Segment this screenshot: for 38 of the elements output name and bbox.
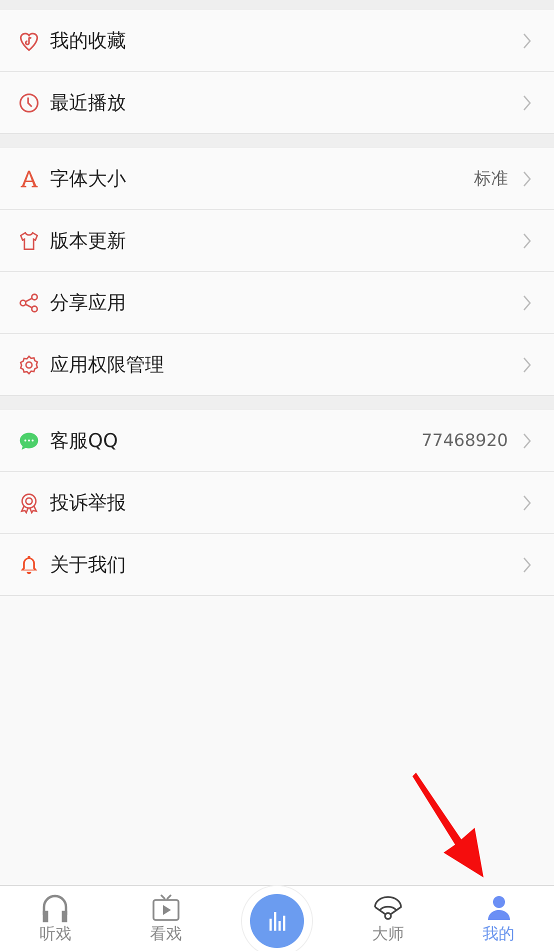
bell-icon [18,554,40,576]
menu-label: 版本更新 [50,228,127,254]
menu-item[interactable]: 版本更新 [0,210,554,272]
menu-label: 关于我们 [50,552,127,578]
badge-icon [18,492,40,514]
chevron-right-icon [522,94,532,112]
music-heart-icon [18,30,40,52]
menu-item[interactable]: 关于我们 [0,534,554,595]
chevron-right-icon [522,432,532,450]
menu-label: 应用权限管理 [50,352,165,378]
menu-item[interactable]: 最近播放 [0,72,554,133]
menu-item[interactable]: 应用权限管理 [0,334,554,395]
menu-item[interactable]: 客服QQ 77468920 [0,410,554,472]
menu-label: 客服QQ [50,428,119,454]
play-center-button[interactable] [250,894,304,948]
tv-icon [151,892,182,922]
menu-label: 分享应用 [50,290,127,316]
chevron-right-icon [522,232,532,250]
gear-icon [18,354,40,376]
shirt-icon [18,230,40,252]
menu-label: 最近播放 [50,90,127,116]
menu-label: 投诉举报 [50,490,127,516]
menu-item[interactable]: 字体大小 标准 [0,148,554,210]
menu-value: 标准 [474,168,508,190]
menu-item[interactable]: 分享应用 [0,272,554,334]
menu-item[interactable]: 我的收藏 [0,10,554,72]
chevron-right-icon [522,294,532,312]
menu-item[interactable]: 投诉举报 [0,472,554,534]
menu-value: 77468920 [421,430,508,450]
chevron-right-icon [522,494,532,512]
clock-icon [18,92,40,114]
chevron-right-icon [522,356,532,374]
chevron-right-icon [522,32,532,50]
share-icon [18,292,40,314]
menu-label: 我的收藏 [50,28,127,54]
chevron-right-icon [522,556,532,574]
chevron-right-icon [522,170,532,188]
menu-label: 字体大小 [50,166,127,192]
